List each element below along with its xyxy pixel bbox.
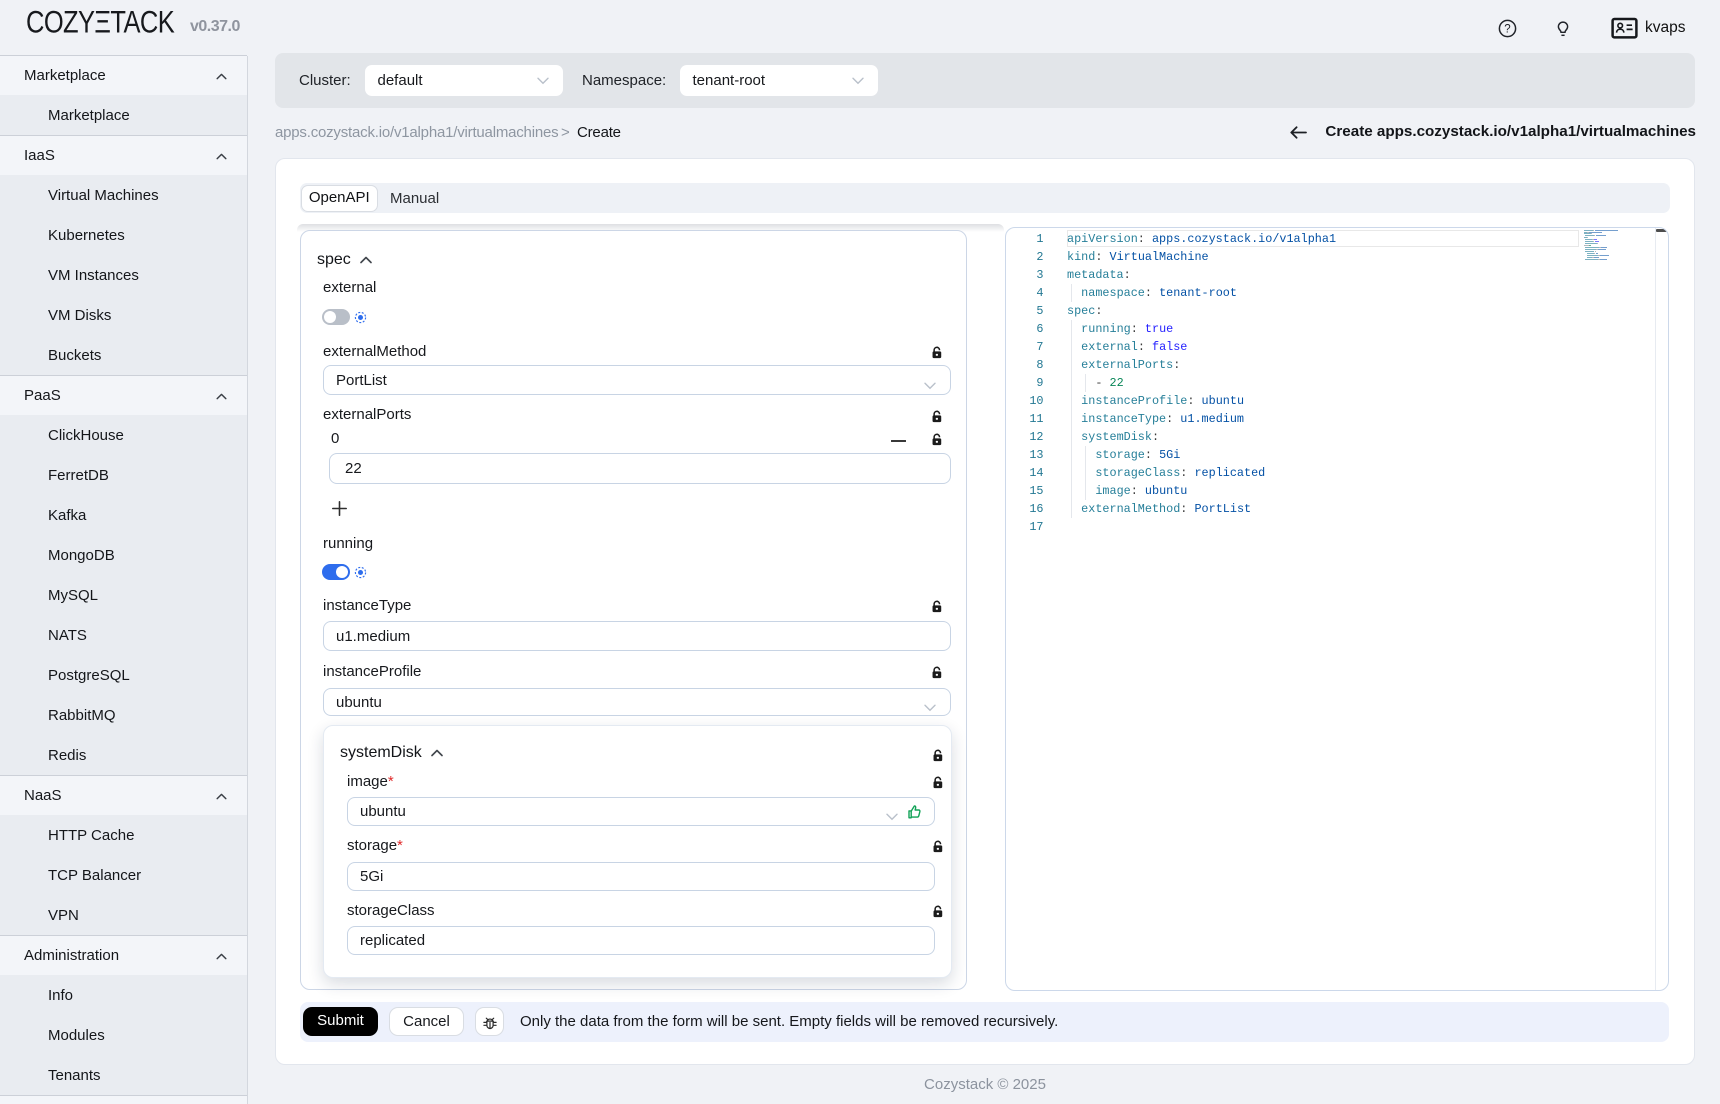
svg-text:?: ? — [1504, 23, 1510, 35]
